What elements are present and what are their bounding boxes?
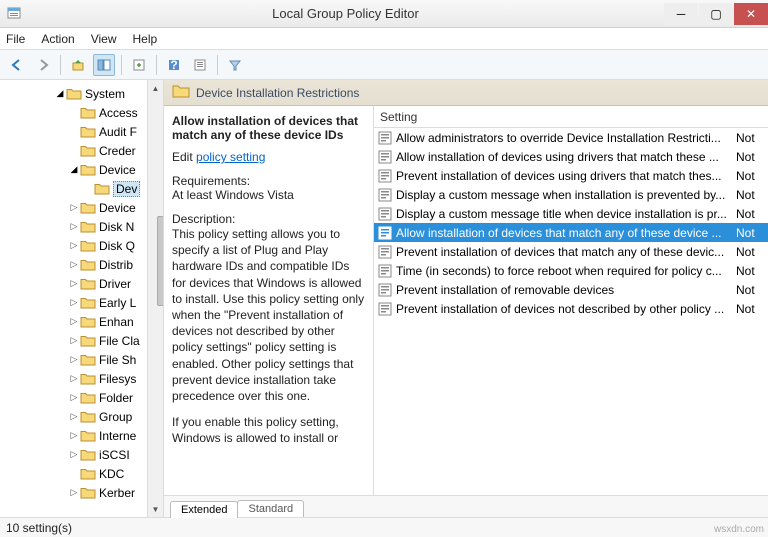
tab-bar: Extended Standard [164,495,768,517]
maximize-button[interactable]: ▢ [699,3,733,25]
tree-item-system[interactable]: ◢System [0,84,163,103]
setting-icon [378,169,392,183]
tree-item[interactable]: ▷Folder [0,388,163,407]
setting-row[interactable]: Allow installation of devices that match… [374,223,768,242]
tab-standard[interactable]: Standard [237,500,304,517]
info-pane: Allow installation of devices that match… [164,106,374,495]
back-button[interactable] [6,54,28,76]
status-bar: 10 setting(s) [0,517,768,537]
tree-item[interactable]: ▷File Sh [0,350,163,369]
setting-icon [378,264,392,278]
list-pane: Setting Allow administrators to override… [374,106,768,495]
show-hide-tree-button[interactable] [93,54,115,76]
edit-policy-link[interactable]: policy setting [196,150,265,164]
policy-title: Allow installation of devices that match… [172,114,365,142]
tree-item[interactable]: ▷Distrib [0,255,163,274]
tree-item[interactable]: ▷Driver [0,274,163,293]
minimize-button[interactable]: ─ [664,3,698,25]
tree-item[interactable]: Creder [0,141,163,160]
tree-item[interactable]: ▷Early L [0,293,163,312]
watermark: wsxdn.com [714,524,764,535]
setting-row[interactable]: Allow administrators to override Device … [374,128,768,147]
setting-row[interactable]: Prevent installation of removable device… [374,280,768,299]
tree-item[interactable]: Audit F [0,122,163,141]
tree-item[interactable]: ▷Disk Q [0,236,163,255]
status-text: 10 setting(s) [6,521,72,535]
setting-row[interactable]: Display a custom message title when devi… [374,204,768,223]
setting-row[interactable]: Prevent installation of devices using dr… [374,166,768,185]
tree-item[interactable]: Access [0,103,163,122]
tree-item[interactable]: ▷Disk N [0,217,163,236]
menu-action[interactable]: Action [41,32,74,46]
content-pane: Device Installation Restrictions Allow i… [164,80,768,517]
filter-button[interactable] [224,54,246,76]
forward-button[interactable] [32,54,54,76]
toolbar: ? [0,50,768,80]
properties-button[interactable] [189,54,211,76]
content-header: Device Installation Restrictions [164,80,768,106]
setting-icon [378,283,392,297]
menu-file[interactable]: File [6,32,25,46]
export-button[interactable] [128,54,150,76]
column-setting[interactable]: Setting [380,110,417,124]
setting-row[interactable]: Prevent installation of devices that mat… [374,242,768,261]
window-title: Local Group Policy Editor [28,6,663,21]
menu-view[interactable]: View [91,32,117,46]
requirements-label: Requirements: [172,174,365,188]
list-header[interactable]: Setting [374,106,768,128]
tree-item[interactable]: ▷Enhan [0,312,163,331]
help-button[interactable]: ? [163,54,185,76]
setting-icon [378,245,392,259]
main-area: ◢SystemAccessAudit FCreder◢DeviceDev▷Dev… [0,80,768,517]
menu-help[interactable]: Help [133,32,158,46]
setting-icon [378,188,392,202]
up-button[interactable] [67,54,89,76]
app-icon [6,6,22,22]
setting-row[interactable]: Prevent installation of devices not desc… [374,299,768,318]
setting-row[interactable]: Allow installation of devices using driv… [374,147,768,166]
setting-icon [378,302,392,316]
setting-icon [378,150,392,164]
svg-text:?: ? [170,58,177,72]
tree-pane: ◢SystemAccessAudit FCreder◢DeviceDev▷Dev… [0,80,164,517]
setting-icon [378,226,392,240]
tree-item[interactable]: ▷File Cla [0,331,163,350]
close-button[interactable]: ✕ [734,3,768,25]
description-label: Description: [172,212,365,226]
setting-row[interactable]: Display a custom message when installati… [374,185,768,204]
setting-row[interactable]: Time (in seconds) to force reboot when r… [374,261,768,280]
tree-scrollbar[interactable]: ▲ ▼ [147,80,163,517]
tree-item[interactable]: ▷Kerber [0,483,163,502]
folder-icon [172,83,190,102]
title-bar: Local Group Policy Editor ─ ▢ ✕ [0,0,768,28]
menu-bar: File Action View Help [0,28,768,50]
tree-item[interactable]: ▷iSCSI [0,445,163,464]
requirements-text: At least Windows Vista [172,188,365,202]
setting-icon [378,131,392,145]
tree-item[interactable]: Dev [0,179,163,198]
header-title: Device Installation Restrictions [196,86,359,100]
tab-extended[interactable]: Extended [170,501,238,518]
tree-item[interactable]: ▷Filesys [0,369,163,388]
edit-label: Edit [172,150,196,164]
description-text-2: If you enable this policy setting, Windo… [172,414,365,446]
description-text: This policy setting allows you to specif… [172,226,365,404]
tree-item[interactable]: ▷Group [0,407,163,426]
tree-item[interactable]: ◢Device [0,160,163,179]
tree-item[interactable]: ▷Device [0,198,163,217]
tree-item[interactable]: ▷Interne [0,426,163,445]
setting-icon [378,207,392,221]
tree-item[interactable]: KDC [0,464,163,483]
